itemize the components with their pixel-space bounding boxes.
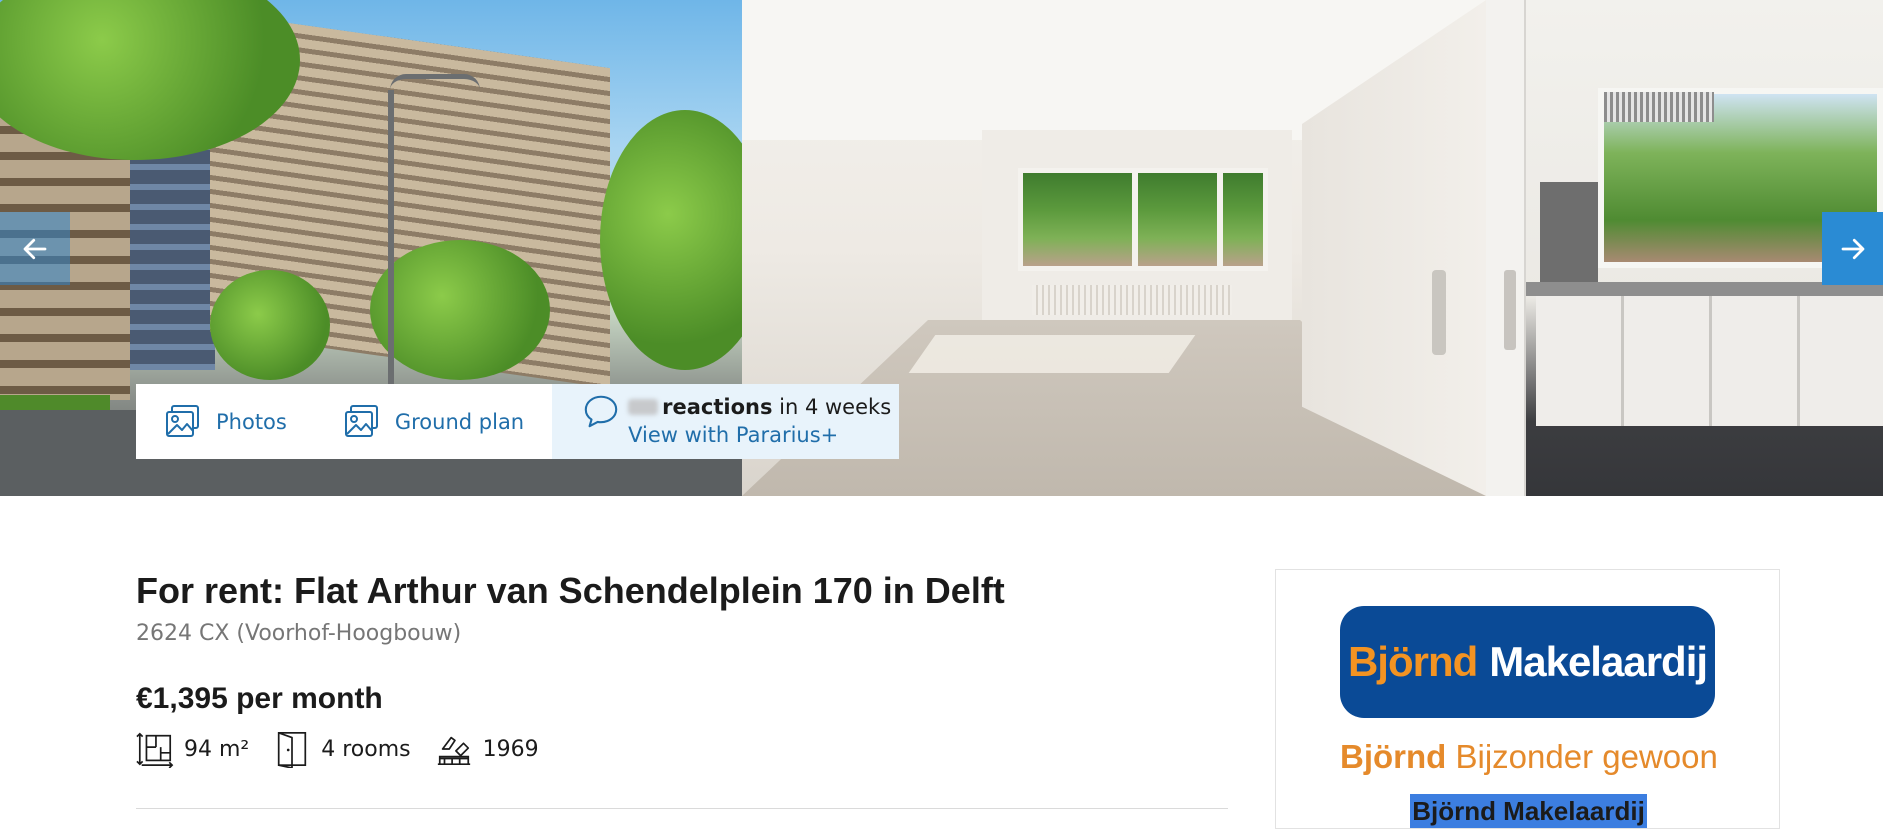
floorplan-icon	[344, 404, 378, 437]
door-frame	[1486, 0, 1526, 496]
feature-surface-area-label: 94 m²	[184, 736, 250, 762]
photos-button[interactable]: Photos	[136, 384, 315, 459]
photos-label: Photos	[216, 409, 287, 434]
image-icon	[166, 404, 199, 437]
agent-slogan: Björnd Bijzonder gewoon	[1340, 738, 1718, 776]
feature-construction-year-label: 1969	[482, 736, 539, 762]
section-divider	[136, 808, 1228, 809]
feature-surface-area: 94 m²	[136, 730, 250, 769]
ground-plan-label: Ground plan	[394, 409, 525, 434]
construction-year-icon	[437, 737, 470, 766]
sunlight-patch	[908, 335, 1196, 373]
arrow-right-icon	[1841, 238, 1864, 259]
listing-price: €1,395 per month	[136, 682, 383, 716]
listing-details: For rent: Flat Arthur van Schendelplein …	[136, 570, 1228, 809]
reactions-label: reactions	[662, 395, 773, 420]
reactions-panel[interactable]: reactions in 4 weeks View with Pararius+	[552, 384, 900, 459]
door-icon	[278, 732, 307, 769]
kitchen-cabinets	[1536, 296, 1883, 426]
reactions-text: reactions in 4 weeks View with Pararius+	[628, 394, 891, 449]
ground-plan-button[interactable]: Ground plan	[315, 384, 552, 459]
tree-center	[370, 240, 550, 380]
agent-slogan-brand: Björnd	[1340, 738, 1447, 775]
feature-rooms-label: 4 rooms	[321, 736, 411, 762]
agent-name[interactable]: Björnd Makelaardij	[1276, 794, 1781, 828]
media-action-bar: Photos Ground plan reactions in 4 weeks …	[136, 384, 900, 459]
agent-card: Björnd Makelaardij Björnd Bijzonder gewo…	[1275, 569, 1780, 829]
reactions-count-line: reactions in 4 weeks	[628, 394, 891, 421]
backsplash	[1540, 182, 1598, 282]
agent-logo-word-2: Makelaardij	[1489, 638, 1708, 685]
tree-left	[210, 270, 330, 380]
agent-logo-word-1: Björnd	[1347, 638, 1478, 685]
door-handle	[1504, 270, 1516, 350]
gallery-prev-button[interactable]	[0, 212, 70, 285]
radiator	[1032, 285, 1232, 315]
agent-slogan-text: Bijzonder gewoon	[1455, 738, 1718, 775]
feature-construction-year: 1969	[435, 730, 539, 768]
living-room-window	[1018, 168, 1268, 271]
street-lamp-arm	[390, 74, 480, 90]
chat-bubble-icon	[584, 395, 618, 427]
reactions-period: in 4 weeks	[779, 395, 892, 420]
listing-title: For rent: Flat Arthur van Schendelplein …	[136, 570, 1005, 611]
reactions-count-blurred	[628, 399, 659, 416]
feature-rooms: 4 rooms	[273, 730, 411, 769]
street-lamp-pole	[388, 90, 394, 390]
door-handle	[1432, 270, 1446, 355]
listing-features: 94 m² 4 rooms 1969	[136, 730, 1228, 769]
window-frame	[1217, 170, 1223, 270]
agent-logo[interactable]: Björnd Makelaardij	[1340, 606, 1715, 718]
arrow-left-icon	[23, 238, 47, 259]
gallery-next-button[interactable]	[1822, 212, 1883, 285]
listing-location: 2624 CX (Voorhof-Hoogbouw)	[136, 621, 462, 647]
agent-name-text: Björnd Makelaardij	[1410, 794, 1647, 828]
tree-right	[600, 110, 742, 370]
ventilation-grille	[1604, 92, 1714, 122]
photo-gallery: Photos Ground plan reactions in 4 weeks …	[0, 0, 1883, 496]
window-frame	[1132, 170, 1138, 270]
surface-area-icon	[136, 732, 174, 769]
pararius-plus-link[interactable]: View with Pararius+	[628, 422, 891, 449]
